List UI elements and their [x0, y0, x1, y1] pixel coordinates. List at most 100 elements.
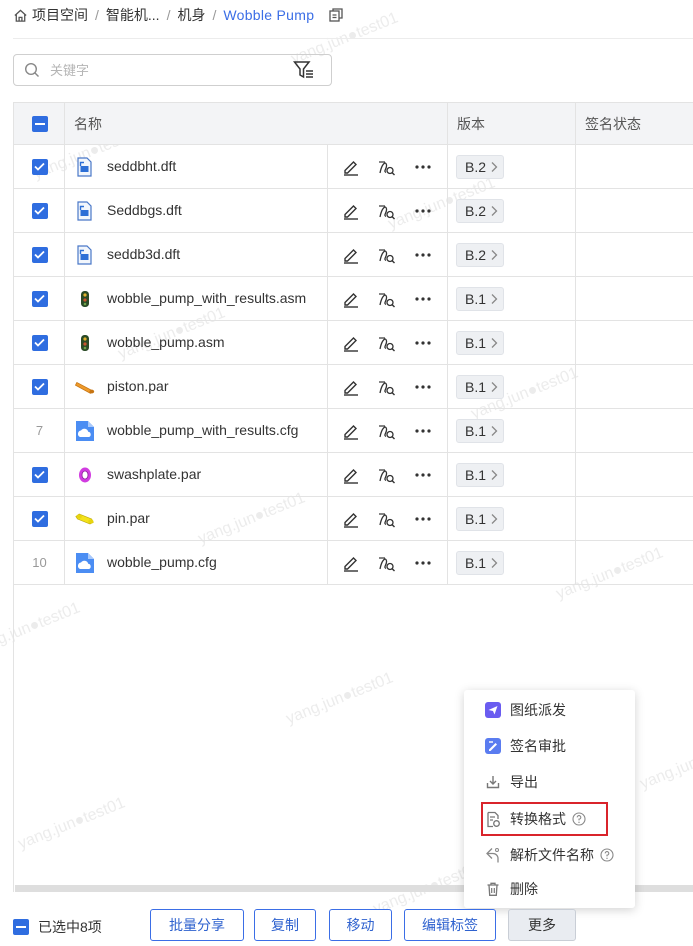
edit-icon[interactable] — [341, 333, 361, 353]
table-row[interactable]: seddb3d.dft B.2 — [14, 233, 693, 277]
select-all-checkbox[interactable] — [31, 115, 48, 132]
part-piston-icon — [75, 376, 95, 398]
markup-view-icon[interactable] — [376, 421, 396, 441]
table-row[interactable]: 7 wobble_pump_with_results.cfg B.1 — [14, 409, 693, 453]
version-badge[interactable]: B.1 — [456, 287, 505, 311]
file-name[interactable]: Seddbgs.dft — [107, 189, 182, 232]
markup-view-icon[interactable] — [376, 289, 396, 309]
copy-icon[interactable] — [328, 7, 344, 23]
edit-icon[interactable] — [341, 157, 361, 177]
table-row[interactable]: 10 wobble_pump.cfg B.1 — [14, 541, 693, 585]
more-options-icon[interactable] — [413, 509, 433, 529]
edit-icon[interactable] — [341, 465, 361, 485]
file-name[interactable]: wobble_pump_with_results.asm — [107, 277, 306, 320]
help-icon[interactable] — [572, 812, 586, 826]
breadcrumb-item-body[interactable]: 机身 — [177, 5, 205, 25]
table-row[interactable]: wobble_pump_with_results.asm B.1 — [14, 277, 693, 321]
edit-tags-button[interactable]: 编辑标签 — [404, 909, 496, 941]
row-checkbox[interactable] — [31, 246, 48, 263]
table-row[interactable]: wobble_pump.asm B.1 — [14, 321, 693, 365]
menu-item-convert-format[interactable]: 转换格式 — [484, 808, 586, 830]
more-options-icon[interactable] — [413, 289, 433, 309]
markup-view-icon[interactable] — [376, 333, 396, 353]
column-header-version[interactable]: 版本 — [457, 103, 485, 144]
table-row[interactable]: seddbht.dft B.2 — [14, 145, 693, 189]
breadcrumb-item-project-space[interactable]: 项目空间 — [32, 5, 88, 25]
version-badge[interactable]: B.2 — [456, 199, 505, 223]
markup-view-icon[interactable] — [376, 245, 396, 265]
menu-item-signature-approval[interactable]: 签名审批 — [484, 735, 566, 757]
search-box — [13, 54, 332, 86]
version-badge[interactable]: B.1 — [456, 375, 505, 399]
row-checkbox[interactable] — [31, 466, 48, 483]
menu-item-export[interactable]: 导出 — [484, 771, 538, 793]
home-icon[interactable] — [13, 8, 28, 23]
search-input[interactable] — [50, 62, 270, 78]
markup-view-icon[interactable] — [376, 157, 396, 177]
row-checkbox[interactable] — [31, 510, 48, 527]
file-name[interactable]: seddbht.dft — [107, 145, 176, 188]
help-icon[interactable] — [600, 848, 614, 862]
file-name[interactable]: piston.par — [107, 365, 168, 408]
move-button[interactable]: 移动 — [329, 909, 392, 941]
row-checkbox[interactable] — [31, 378, 48, 395]
more-options-icon[interactable] — [413, 421, 433, 441]
row-number[interactable]: 10 — [32, 555, 46, 570]
table-row[interactable]: pin.par B.1 — [14, 497, 693, 541]
markup-view-icon[interactable] — [376, 201, 396, 221]
selection-summary: 已选中8项 — [13, 917, 102, 937]
row-checkbox[interactable] — [31, 202, 48, 219]
row-number[interactable]: 7 — [36, 423, 43, 438]
table-row[interactable]: Seddbgs.dft B.2 — [14, 189, 693, 233]
breadcrumb-item-smart-machine[interactable]: 智能机... — [106, 5, 160, 25]
file-name[interactable]: wobble_pump.cfg — [107, 541, 217, 584]
convert-icon — [484, 811, 501, 828]
version-badge[interactable]: B.2 — [456, 155, 505, 179]
more-options-icon[interactable] — [413, 157, 433, 177]
version-badge[interactable]: B.1 — [456, 463, 505, 487]
menu-item-parse-filename[interactable]: 解析文件名称 — [484, 844, 614, 866]
version-badge[interactable]: B.1 — [456, 331, 505, 355]
more-options-icon[interactable] — [413, 201, 433, 221]
table-row[interactable]: swashplate.par B.1 — [14, 453, 693, 497]
version-badge[interactable]: B.2 — [456, 243, 505, 267]
version-badge[interactable]: B.1 — [456, 551, 505, 575]
version-label: B.2 — [465, 159, 487, 175]
table-row[interactable]: piston.par B.1 — [14, 365, 693, 409]
row-checkbox[interactable] — [31, 158, 48, 175]
markup-view-icon[interactable] — [376, 377, 396, 397]
more-options-icon[interactable] — [413, 553, 433, 573]
menu-item-delete[interactable]: 删除 — [484, 878, 538, 900]
column-header-signature-status[interactable]: 签名状态 — [585, 103, 641, 144]
more-options-icon[interactable] — [413, 377, 433, 397]
markup-view-icon[interactable] — [376, 509, 396, 529]
select-all-footer-checkbox[interactable] — [13, 919, 29, 935]
edit-icon[interactable] — [341, 201, 361, 221]
more-options-icon[interactable] — [413, 333, 433, 353]
copy-button[interactable]: 复制 — [254, 909, 316, 941]
edit-icon[interactable] — [341, 509, 361, 529]
edit-icon[interactable] — [341, 377, 361, 397]
file-name[interactable]: pin.par — [107, 497, 150, 540]
file-name[interactable]: wobble_pump.asm — [107, 321, 225, 364]
edit-icon[interactable] — [341, 421, 361, 441]
markup-view-icon[interactable] — [376, 465, 396, 485]
column-header-name[interactable]: 名称 — [74, 103, 102, 144]
edit-icon[interactable] — [341, 245, 361, 265]
version-badge[interactable]: B.1 — [456, 507, 505, 531]
row-checkbox[interactable] — [31, 290, 48, 307]
menu-item-drawing-dispatch[interactable]: 图纸派发 — [484, 699, 566, 721]
edit-icon[interactable] — [341, 553, 361, 573]
filter-icon[interactable] — [293, 60, 315, 80]
version-badge[interactable]: B.1 — [456, 419, 505, 443]
file-name[interactable]: swashplate.par — [107, 453, 201, 496]
more-button[interactable]: 更多 — [508, 909, 576, 941]
row-checkbox[interactable] — [31, 334, 48, 351]
batch-share-button[interactable]: 批量分享 — [150, 909, 244, 941]
file-name[interactable]: seddb3d.dft — [107, 233, 180, 276]
more-options-icon[interactable] — [413, 465, 433, 485]
edit-icon[interactable] — [341, 289, 361, 309]
markup-view-icon[interactable] — [376, 553, 396, 573]
file-name[interactable]: wobble_pump_with_results.cfg — [107, 409, 298, 452]
more-options-icon[interactable] — [413, 245, 433, 265]
